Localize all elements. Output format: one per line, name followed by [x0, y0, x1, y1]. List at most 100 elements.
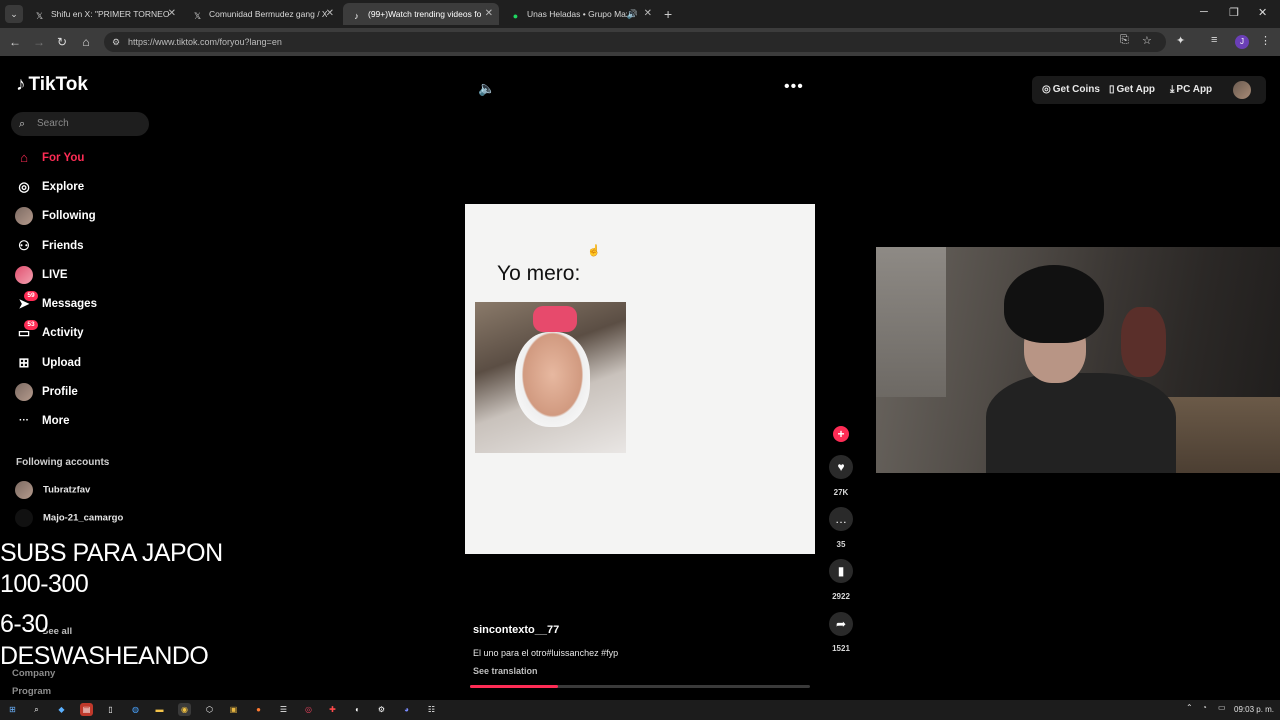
tray-app-icon[interactable]: ◔	[1202, 703, 1207, 712]
taskbar-clock[interactable]: 09:03 p. m.	[1234, 705, 1274, 714]
get-app-button[interactable]: ▯ Get App	[1109, 76, 1155, 104]
user-avatar[interactable]	[1233, 81, 1251, 99]
save-count: 2922	[832, 592, 850, 601]
following-account-item[interactable]: Tubratzfav	[15, 481, 90, 500]
bookmark-star-icon[interactable]: ☆	[1142, 34, 1152, 47]
more-options-icon[interactable]: •••	[784, 78, 804, 96]
close-tab-icon[interactable]: ✕	[168, 3, 176, 25]
tab-search-menu-icon[interactable]: ⌄	[5, 5, 23, 23]
overlay-line-status: DESWASHEANDO	[0, 642, 209, 670]
compass-icon: ◎	[18, 178, 30, 194]
nav-profile[interactable]: Profile	[15, 381, 78, 403]
close-window-icon[interactable]: ✕	[1258, 6, 1267, 19]
taskbar-app-icon[interactable]: ⚙	[375, 703, 388, 716]
taskbar-app-icon[interactable]: ☷	[425, 703, 438, 716]
activity-icon: ▭ 53	[15, 319, 38, 342]
upload-icon: ⊞	[18, 354, 30, 370]
windows-taskbar: ⊞ ⌕ ◆ ▤ ▯ ◍ ▬ ◉ ⬡ ▣ ● ☰ ◎ ✚ ◐ ⚙ ◕ ☷ ⌃ ◔ …	[0, 700, 1280, 720]
volume-icon[interactable]: 🔈	[478, 80, 495, 97]
install-app-icon[interactable]: ⎘	[1120, 34, 1129, 47]
speaker-icon[interactable]: 🔊	[627, 3, 638, 25]
video-author[interactable]: sincontexto__77	[473, 624, 559, 636]
taskbar-app-icon[interactable]: ✚	[326, 703, 339, 716]
more-icon: ···	[19, 414, 29, 426]
following-accounts-title: Following accounts	[16, 457, 110, 468]
tab-spotify[interactable]: ● Unas Heladas • Grupo Max 🔊 ✕	[502, 3, 658, 25]
chrome-icon[interactable]: ◉	[178, 703, 191, 716]
bookmark-icon[interactable]: ▮	[829, 559, 853, 583]
browser-menu-icon[interactable]: ⋮	[1260, 34, 1271, 47]
taskbar-file-icon[interactable]: ▯	[104, 703, 117, 716]
minimize-icon[interactable]: ─	[1200, 6, 1208, 18]
nav-messages[interactable]: ➤ 59 Messages	[15, 290, 97, 315]
webcam-overlay	[876, 247, 1280, 473]
tray-chevron-icon[interactable]: ⌃	[1186, 703, 1193, 712]
nav-more[interactable]: ··· More	[15, 410, 69, 432]
home-icon: ⌂	[20, 149, 28, 165]
video-progress-bar[interactable]	[470, 685, 810, 688]
windows-start-icon[interactable]: ⊞	[6, 703, 19, 716]
overlay-line-range: 100-300	[0, 570, 89, 598]
back-arrow-icon[interactable]: ←	[6, 33, 24, 51]
forward-arrow-icon[interactable]: →	[30, 33, 48, 51]
discord-icon[interactable]: ◕	[400, 703, 413, 716]
cam-person	[986, 265, 1176, 473]
address-bar[interactable]: ⚙ https://www.tiktok.com/foryou?lang=en	[104, 32, 1166, 52]
tab-comunidad[interactable]: 𝕏 Comunidad Bermudez gang / X ✕	[184, 3, 340, 25]
overlay-line-subs: SUBS PARA JAPON	[0, 539, 223, 567]
taskbar-app-icon[interactable]: ◐	[351, 703, 364, 716]
close-tab-icon[interactable]: ✕	[485, 3, 493, 25]
see-translation-link[interactable]: See translation	[473, 666, 538, 676]
activity-badge: 53	[24, 319, 38, 330]
close-tab-icon[interactable]: ✕	[326, 3, 334, 25]
get-coins-button[interactable]: ◎ Get Coins	[1042, 76, 1100, 104]
footer-program-link[interactable]: Program	[12, 686, 51, 697]
browser-tab-strip: ⌄ 𝕏 Shifu en X: "PRIMER TORNEO G ✕ 𝕏 Comun…	[0, 0, 1280, 28]
nav-live[interactable]: LIVE	[15, 264, 68, 286]
file-explorer-icon[interactable]: ▬	[153, 703, 166, 716]
media-control-icon[interactable]: ≡	[1211, 34, 1217, 46]
pc-app-button[interactable]: ⤓ PC App	[1170, 76, 1212, 104]
new-tab-button[interactable]: +	[664, 5, 672, 23]
taskbar-app-icon[interactable]: ☰	[277, 703, 290, 716]
tiktok-logo[interactable]: ♪ TikTok	[16, 74, 88, 96]
tray-network-icon[interactable]: ▭	[1218, 703, 1226, 712]
close-tab-icon[interactable]: ✕	[644, 3, 652, 25]
like-heart-icon[interactable]: ♥	[829, 455, 853, 479]
nav-friends[interactable]: ⚇ Friends	[15, 235, 83, 257]
taskbar-app-icon[interactable]: ●	[252, 703, 265, 716]
video-player[interactable]: Yo mero: ☝	[465, 204, 815, 554]
nav-for-you[interactable]: ⌂ For You	[15, 147, 84, 169]
cam-background-window	[876, 247, 946, 397]
tiktok-note-icon: ♪	[16, 74, 26, 95]
nav-activity[interactable]: ▭ 53 Activity	[15, 319, 84, 344]
taskbar-app-icon[interactable]: ◎	[302, 703, 315, 716]
site-info-icon[interactable]: ⚙	[112, 32, 120, 52]
nav-following[interactable]: Following	[15, 205, 96, 227]
share-arrow-icon[interactable]: ➦	[829, 612, 853, 636]
home-icon[interactable]: ⌂	[77, 33, 95, 51]
taskbar-app-icon[interactable]: ▣	[227, 703, 240, 716]
browser-profile-avatar[interactable]: J	[1235, 35, 1249, 49]
video-progress-fill	[470, 685, 559, 688]
taskbar-app-icon[interactable]: ▤	[80, 703, 93, 716]
restore-icon[interactable]: ❐	[1229, 6, 1239, 19]
taskbar-app-icon[interactable]: ◍	[129, 703, 142, 716]
search-input[interactable]: ⌕ Search	[11, 112, 149, 136]
download-icon: ⤓	[1170, 84, 1175, 95]
comment-icon[interactable]: …	[829, 507, 853, 531]
x-logo-icon: 𝕏	[35, 11, 44, 21]
reload-icon[interactable]: ↻	[53, 33, 71, 51]
taskbar-app-icon[interactable]: ⬡	[203, 703, 216, 716]
taskbar-search-icon[interactable]: ⌕	[30, 703, 43, 716]
tab-shifu[interactable]: 𝕏 Shifu en X: "PRIMER TORNEO G ✕	[26, 3, 182, 25]
profile-avatar-icon	[15, 382, 33, 401]
follow-plus-icon[interactable]: +	[833, 426, 849, 442]
nav-upload[interactable]: ⊞ Upload	[15, 352, 81, 374]
sticker	[533, 306, 577, 332]
tab-tiktok[interactable]: ♪ (99+)Watch trending videos fo ✕	[343, 3, 499, 25]
extensions-icon[interactable]: ✦	[1176, 34, 1185, 47]
taskbar-app-icon[interactable]: ◆	[55, 703, 68, 716]
following-account-item[interactable]: Majo-21_camargo	[15, 509, 123, 528]
nav-explore[interactable]: ◎ Explore	[15, 176, 84, 198]
